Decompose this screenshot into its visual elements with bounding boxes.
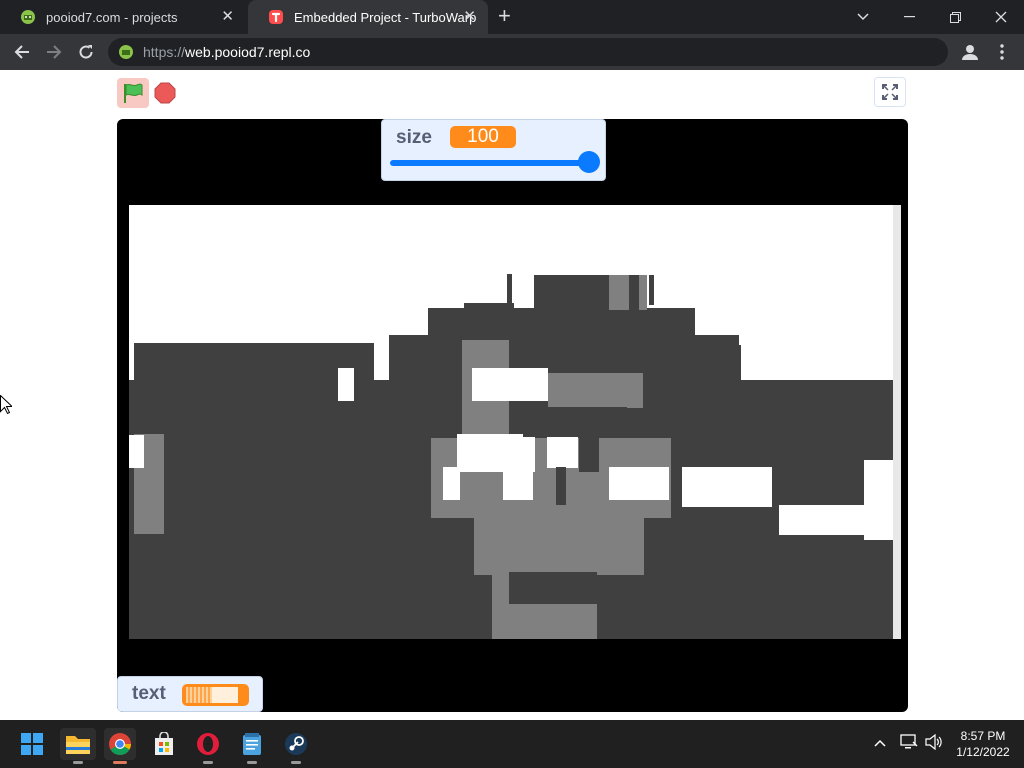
clock-date: 1/12/2022 xyxy=(956,745,1010,759)
fullscreen-icon xyxy=(882,84,898,100)
profile-button[interactable] xyxy=(958,40,982,64)
text-monitor: text xyxy=(117,676,263,712)
taskbar-store[interactable] xyxy=(148,728,180,760)
webcam-sprite-canvas xyxy=(129,205,901,639)
show-hidden-icons-button[interactable] xyxy=(874,734,886,750)
tab-turbowarp[interactable]: Embedded Project - TurboWarp ✕ xyxy=(248,0,488,34)
chevron-down-icon xyxy=(857,13,869,21)
tab-bar: pooiod7.com - projects ✕ Embedded Projec… xyxy=(0,0,1024,34)
speaker-icon xyxy=(925,733,942,751)
minimize-button[interactable] xyxy=(886,0,932,34)
android-icon xyxy=(119,45,133,59)
monitor-label: size xyxy=(396,127,432,148)
reload-icon xyxy=(79,45,93,59)
tab-pooiod7[interactable]: pooiod7.com - projects ✕ xyxy=(0,0,246,34)
android-icon xyxy=(21,10,35,24)
store-icon xyxy=(155,732,173,755)
monitor-value xyxy=(182,684,249,706)
tab-title: Embedded Project - TurboWarp xyxy=(294,9,477,25)
monitor-label: text xyxy=(132,683,166,704)
running-indicator xyxy=(73,761,83,764)
start-icon xyxy=(21,733,43,755)
green-flag-icon xyxy=(124,83,143,103)
reload-button[interactable] xyxy=(73,39,99,65)
monitor-value: 100 xyxy=(450,126,516,148)
person-icon xyxy=(962,45,978,60)
close-icon[interactable]: ✕ xyxy=(221,9,234,25)
url-text: https://web.pooiod7.repl.co xyxy=(143,44,310,60)
taskbar-file-explorer[interactable] xyxy=(60,728,96,764)
clock-time: 8:57 PM xyxy=(960,729,1006,743)
notepad-icon xyxy=(243,733,261,755)
menu-button[interactable] xyxy=(994,40,1010,64)
mouse-cursor-icon xyxy=(0,395,12,415)
turbowarp-icon xyxy=(269,10,283,24)
new-tab-button[interactable]: + xyxy=(498,5,511,27)
minimize-icon xyxy=(903,16,915,18)
taskbar-notepad[interactable] xyxy=(236,728,268,764)
running-indicator xyxy=(247,761,257,764)
taskbar-steam[interactable] xyxy=(280,728,312,764)
size-slider-monitor[interactable]: size 100 xyxy=(381,119,606,181)
taskbar-opera[interactable] xyxy=(192,728,224,764)
steam-icon xyxy=(285,733,307,755)
project-stage[interactable]: size 100 text xyxy=(117,119,908,712)
stop-button[interactable] xyxy=(154,82,176,104)
clock[interactable]: 8:57 PM 1/12/2022 xyxy=(944,728,1022,760)
taskbar: 8:57 PM 1/12/2022 xyxy=(0,720,1024,768)
chrome-icon xyxy=(109,733,131,755)
address-bar[interactable]: https://web.pooiod7.repl.co xyxy=(108,38,948,66)
stop-icon xyxy=(154,82,176,104)
close-icon[interactable]: ✕ xyxy=(463,9,476,25)
network-icon xyxy=(900,734,918,749)
start-button[interactable] xyxy=(16,728,48,760)
url-scheme: https:// xyxy=(143,44,186,60)
tab-title: pooiod7.com - projects xyxy=(46,9,178,25)
opera-icon xyxy=(197,733,219,755)
arrow-right-icon xyxy=(47,45,62,59)
forward-button[interactable] xyxy=(41,39,67,65)
running-indicator xyxy=(203,761,213,764)
close-icon xyxy=(995,11,1007,23)
file-explorer-icon xyxy=(66,736,90,754)
taskbar-chrome[interactable] xyxy=(104,728,136,764)
browser-toolbar: https://web.pooiod7.repl.co xyxy=(0,34,1024,70)
garbled-text-value-end xyxy=(212,687,238,703)
fullscreen-button[interactable] xyxy=(874,77,906,107)
green-flag-button[interactable] xyxy=(117,78,149,108)
kebab-menu-icon xyxy=(1000,44,1004,60)
chevron-up-icon xyxy=(874,739,886,747)
restore-icon xyxy=(949,11,961,23)
size-slider-track[interactable] xyxy=(390,160,594,166)
tab-search-button[interactable] xyxy=(840,0,886,34)
size-slider-handle[interactable] xyxy=(578,151,600,173)
arrow-left-icon xyxy=(14,45,29,59)
running-indicator xyxy=(291,761,301,764)
close-window-button[interactable] xyxy=(978,0,1024,34)
url-host: web.pooiod7.repl.co xyxy=(185,44,311,60)
restore-button[interactable] xyxy=(932,0,978,34)
volume-button[interactable] xyxy=(925,733,943,753)
network-button[interactable] xyxy=(900,734,918,753)
running-indicator xyxy=(113,761,127,764)
back-button[interactable] xyxy=(9,39,35,65)
